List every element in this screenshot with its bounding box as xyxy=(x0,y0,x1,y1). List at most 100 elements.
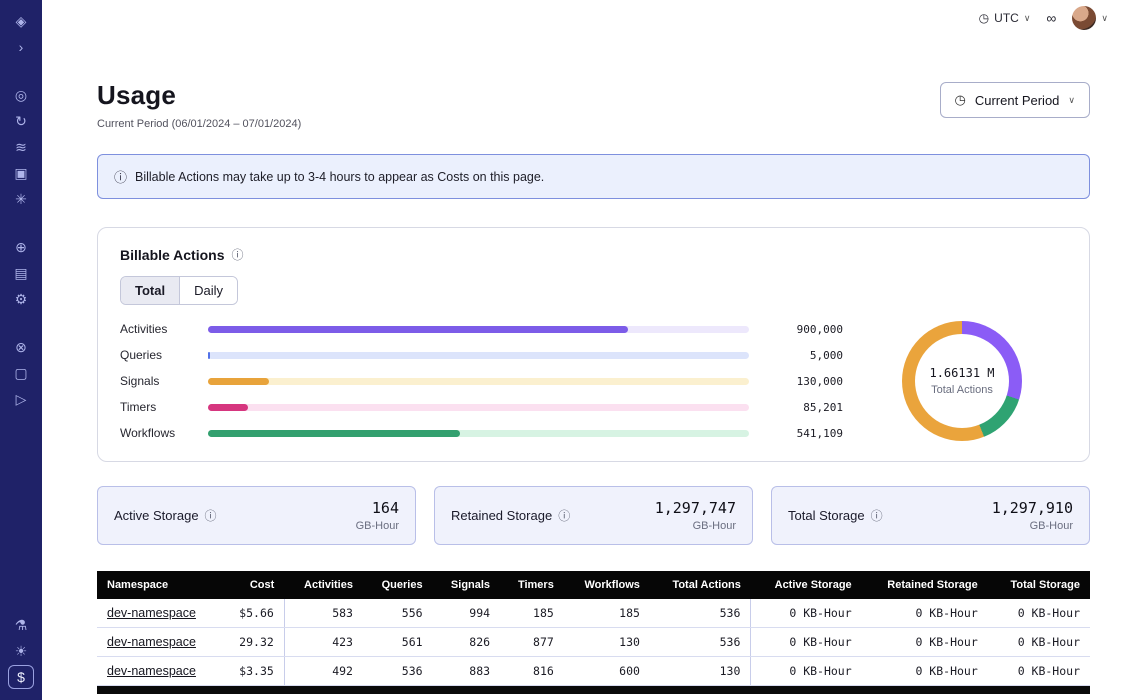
retained-storage-cell: 0 KB-Hour xyxy=(862,599,988,628)
bar-track xyxy=(208,430,749,437)
col-signals[interactable]: Signals xyxy=(433,571,500,599)
active-storage-value: 164 xyxy=(356,499,399,517)
billable-actions-chart: Activities 900,000 Queries 5,000 Signals… xyxy=(120,321,1067,441)
bar-row-queries: Queries 5,000 xyxy=(120,348,843,362)
storage-stats-row: Active Storage ⓘ 164 GB-Hour Retained St… xyxy=(97,486,1090,545)
namespaces-icon[interactable]: ◎ xyxy=(8,83,34,107)
stat-label-text: Active Storage xyxy=(114,508,199,523)
topbar: ◷ UTC ∨ ∞ ∨ xyxy=(42,0,1126,36)
table-header-row: Namespace Cost Activities Queries Signal… xyxy=(97,571,1090,599)
bar-row-timers: Timers 85,201 xyxy=(120,400,843,414)
period-selector-label: Current Period xyxy=(975,93,1060,108)
col-timers[interactable]: Timers xyxy=(500,571,564,599)
timezone-selector[interactable]: ◷ UTC ∨ xyxy=(979,11,1031,25)
theme-sun-icon[interactable]: ☀ xyxy=(8,639,34,663)
queries-cell: 536 xyxy=(363,657,433,686)
retained-storage-cell: 0 KB-Hour xyxy=(862,657,988,686)
total-storage-value: 1,297,910 xyxy=(992,499,1073,517)
bar-track xyxy=(208,352,749,359)
schedules-icon[interactable]: ↻ xyxy=(8,109,34,133)
collapse-sidebar-icon[interactable]: › xyxy=(8,35,34,59)
info-icon[interactable]: ⓘ xyxy=(871,507,883,524)
regions-icon[interactable]: ⊕ xyxy=(8,235,34,259)
docs-icon[interactable]: ▢ xyxy=(8,361,34,385)
col-cost[interactable]: Cost xyxy=(221,571,284,599)
workflows-cell: 600 xyxy=(564,657,650,686)
info-icon: ⓘ xyxy=(114,167,127,186)
period-selector-button[interactable]: ◷ Current Period ∨ xyxy=(940,82,1090,118)
queries-cell: 561 xyxy=(363,628,433,657)
col-active-storage[interactable]: Active Storage xyxy=(751,571,862,599)
stat-label-text: Retained Storage xyxy=(451,508,552,523)
billing-icon[interactable]: ▤ xyxy=(8,261,34,285)
title-block: Usage Current Period (06/01/2024 – 07/01… xyxy=(97,80,301,130)
glasses-icon[interactable]: ∞ xyxy=(1046,10,1056,26)
col-namespace[interactable]: Namespace xyxy=(97,571,221,599)
namespace-cell: dev-namespace xyxy=(97,657,221,686)
namespace-link[interactable]: dev-namespace xyxy=(107,664,196,678)
col-retained-storage[interactable]: Retained Storage xyxy=(862,571,988,599)
tab-total[interactable]: Total xyxy=(121,277,179,304)
incidents-icon[interactable]: ⊗ xyxy=(8,335,34,359)
table-scrollbar[interactable] xyxy=(97,686,1090,694)
billable-actions-title-text: Billable Actions xyxy=(120,247,225,263)
sidebar: ◈ › ◎ ↻ ≋ ▣ ✳ ⊕ ▤ ⚙ ⊗ ▢ ▷ ⚗ ☀ $ xyxy=(0,0,42,700)
namespace-link[interactable]: dev-namespace xyxy=(107,635,196,649)
labs-flask-icon[interactable]: ⚗ xyxy=(8,613,34,637)
info-banner-text: Billable Actions may take up to 3-4 hour… xyxy=(135,170,544,184)
active-storage-label: Active Storage ⓘ xyxy=(114,507,217,524)
usage-dollar-icon[interactable]: $ xyxy=(8,665,34,689)
bar-fill-signals xyxy=(208,378,269,385)
info-icon[interactable]: ⓘ xyxy=(558,507,570,524)
getting-started-icon[interactable]: ▷ xyxy=(8,387,34,411)
timers-cell: 816 xyxy=(500,657,564,686)
col-total-storage[interactable]: Total Storage xyxy=(988,571,1090,599)
bar-track xyxy=(208,326,749,333)
info-icon[interactable]: ⓘ xyxy=(232,246,244,263)
chevron-down-icon: ∨ xyxy=(1068,95,1075,106)
donut-ring: 1.66131 M Total Actions xyxy=(902,321,1022,441)
col-total-actions[interactable]: Total Actions xyxy=(650,571,751,599)
total-actions-value: 1.66131 M xyxy=(929,366,994,380)
col-activities[interactable]: Activities xyxy=(284,571,363,599)
tab-daily[interactable]: Daily xyxy=(179,277,237,304)
billable-actions-title: Billable Actions ⓘ xyxy=(120,246,1067,263)
stat-value-block: 164 GB-Hour xyxy=(356,499,399,532)
total-storage-label: Total Storage ⓘ xyxy=(788,507,883,524)
retained-storage-label: Retained Storage ⓘ xyxy=(451,507,570,524)
namespace-link[interactable]: dev-namespace xyxy=(107,606,196,620)
bar-fill-timers xyxy=(208,404,248,411)
deployments-icon[interactable]: ▣ xyxy=(8,161,34,185)
retained-storage-value: 1,297,747 xyxy=(655,499,736,517)
page-header: Usage Current Period (06/01/2024 – 07/01… xyxy=(97,80,1090,130)
stat-unit: GB-Hour xyxy=(992,520,1073,532)
timers-cell: 877 xyxy=(500,628,564,657)
bar-fill-workflows xyxy=(208,430,460,437)
timers-cell: 185 xyxy=(500,599,564,628)
bar-chart: Activities 900,000 Queries 5,000 Signals… xyxy=(120,322,857,440)
settings-gear-icon[interactable]: ⚙ xyxy=(8,287,34,311)
task-queues-icon[interactable]: ≋ xyxy=(8,135,34,159)
batch-operations-icon[interactable]: ✳ xyxy=(8,187,34,211)
timezone-label: UTC xyxy=(994,11,1019,25)
app-logo-icon[interactable]: ◈ xyxy=(8,9,34,33)
col-workflows[interactable]: Workflows xyxy=(564,571,650,599)
bar-value: 5,000 xyxy=(761,349,843,362)
workflows-cell: 130 xyxy=(564,628,650,657)
bar-track xyxy=(208,378,749,385)
avatar[interactable] xyxy=(1072,6,1096,30)
cost-cell: $5.66 xyxy=(221,599,284,628)
main-content: Usage Current Period (06/01/2024 – 07/01… xyxy=(42,36,1126,700)
total-actions-label: Total Actions xyxy=(931,384,993,396)
user-menu[interactable]: ∨ xyxy=(1072,6,1108,30)
clock-icon: ◷ xyxy=(979,11,989,25)
bar-fill-activities xyxy=(208,326,628,333)
table-row: dev-namespace 29.32 423 561 826 877 130 … xyxy=(97,628,1090,657)
active-storage-card: Active Storage ⓘ 164 GB-Hour xyxy=(97,486,416,545)
col-queries[interactable]: Queries xyxy=(363,571,433,599)
total-storage-cell: 0 KB-Hour xyxy=(988,599,1090,628)
stat-unit: GB-Hour xyxy=(655,520,736,532)
page-title: Usage xyxy=(97,80,301,111)
info-icon[interactable]: ⓘ xyxy=(205,507,217,524)
bar-row-workflows: Workflows 541,109 xyxy=(120,426,843,440)
